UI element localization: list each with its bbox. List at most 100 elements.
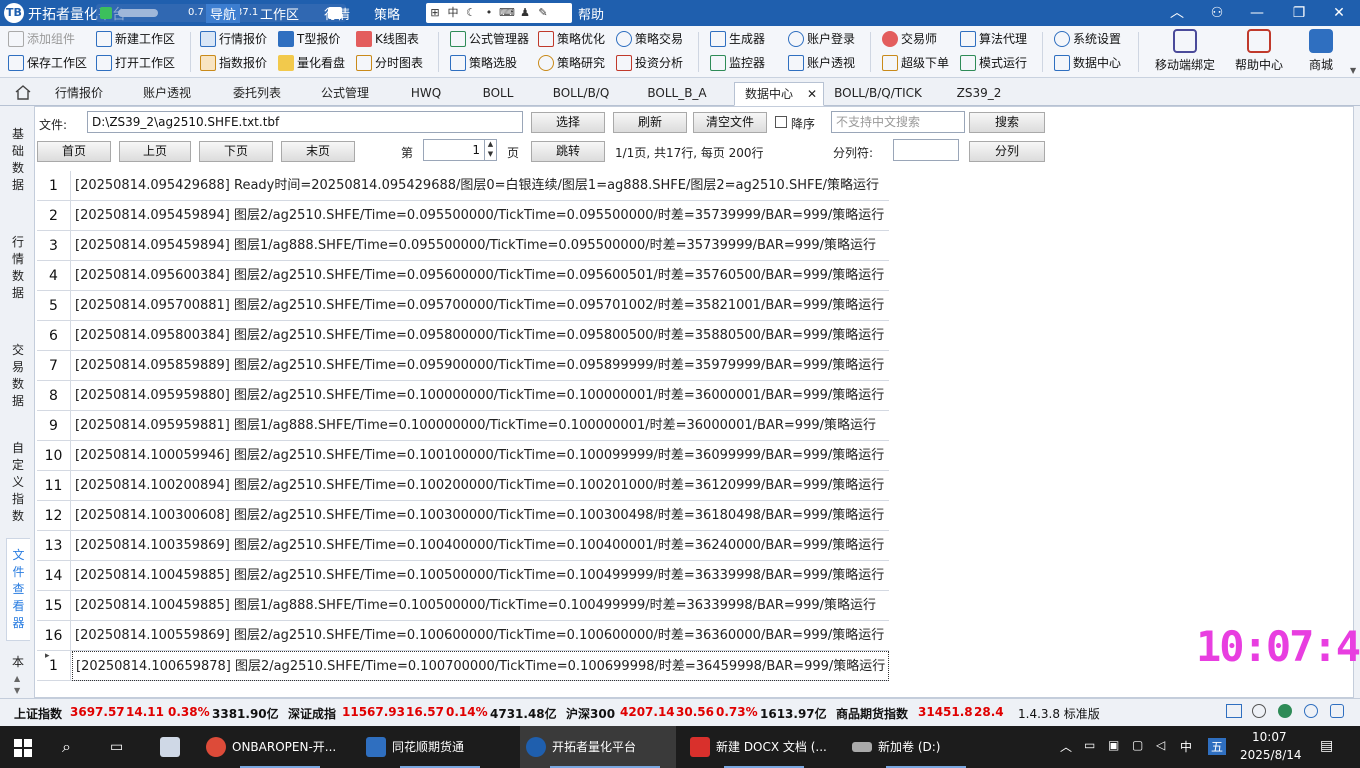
table-row[interactable]: 11 [20250814.100200894] 图层2/ag2510.SHFE/T… [37,471,889,501]
table-row[interactable]: 4 [20250814.095600384] 图层2/ag2510.SHFE/Ti… [37,261,889,291]
tab-zs39-2[interactable]: ZS39_2 [944,82,1014,106]
table-row[interactable]: 8 [20250814.095959880] 图层2/ag2510.SHFE/Ti… [37,381,889,411]
file-path-input[interactable]: D:\ZS39_2\ag2510.SHFE.txt.tbf [87,111,523,133]
generator-button[interactable]: 生成器 [710,28,765,50]
home-icon[interactable] [14,84,32,100]
nav-custom-index[interactable]: 自定义指数 [8,440,28,525]
taskbar-chrome[interactable]: ONBAROPEN-开... [200,726,350,768]
taskbar-file-icon[interactable] [160,726,182,768]
moon-icon[interactable]: ☾ [462,3,480,23]
spin-up-icon[interactable]: ▲ [485,139,496,149]
table-row[interactable]: 9 [20250814.095959881] 图层1/ag888.SHFE/Tim… [37,411,889,441]
account-view-button[interactable]: 账户透视 [788,52,855,74]
table-row[interactable]: 5 [20250814.095700881] 图层2/ag2510.SHFE/Ti… [37,291,889,321]
menu-nav[interactable]: 导航 [206,4,241,23]
tab-order-list[interactable]: 委托列表 [220,82,294,106]
taskbar-drive[interactable]: 新加卷 (D:) [846,726,996,768]
desc-order-checkbox[interactable] [775,116,787,128]
store-button[interactable]: 商城 [1286,29,1356,75]
minimize-icon[interactable]: — [1246,3,1268,23]
hs300-name[interactable]: 沪深300 [566,705,615,722]
add-component-button[interactable]: 添加组件 [8,28,75,50]
strategy-optimize-button[interactable]: 策略优化 [538,28,605,50]
sz-index-name[interactable]: 深证成指 [288,705,336,722]
t-report-button[interactable]: T型报价 [278,28,340,50]
taskbar-date[interactable]: 2025/8/14 [1240,748,1302,762]
table-row[interactable]: 7 [20250814.095859889] 图层2/ag2510.SHFE/Ti… [37,351,889,381]
table-row[interactable]: 2 [20250814.095459894] 图层2/ag2510.SHFE/Ti… [37,201,889,231]
nav-scroll-up-icon[interactable]: ▲ [14,674,20,683]
kline-chart-button[interactable]: K线图表 [356,28,419,50]
table-row[interactable]: 14 [20250814.100459885] 图层2/ag2510.SHFE/T… [37,561,889,591]
strategy-trade-button[interactable]: 策略交易 [616,28,683,50]
tray-network-icon[interactable]: ▣ [1108,738,1119,752]
tab-boll-b-q-tick[interactable]: BOLL/B/Q/TICK [830,82,926,106]
tab-boll-b-q[interactable]: BOLL/B/Q [540,82,622,106]
index-report-button[interactable]: 指数报价 [200,52,267,74]
last-page-button[interactable]: 末页 [281,141,355,162]
nav-market-data[interactable]: 行情数据 [8,234,28,302]
ime-wubi-icon[interactable]: 五 [1208,738,1227,755]
tick-chart-button[interactable]: 分时图表 [356,52,423,74]
tray-chevron-icon[interactable]: ︿ [1060,738,1072,755]
tab-boll[interactable]: BOLL [468,82,528,106]
mode-run-button[interactable]: 模式运行 [960,52,1027,74]
notification-icon[interactable]: ▤ [1320,738,1333,754]
tab-quote-report[interactable]: 行情报价 [42,82,116,106]
tab-account-view[interactable]: 账户透视 [130,82,204,106]
prev-page-button[interactable]: 上页 [119,141,191,162]
quote-report-button[interactable]: 行情报价 [200,28,267,50]
tab-formula-manager[interactable]: 公式管理 [308,82,382,106]
start-button[interactable] [14,726,36,768]
data-center-button[interactable]: 数据中心 [1054,52,1121,74]
trader-button[interactable]: 交易师 [882,28,937,50]
task-view-icon[interactable]: ▭ [110,726,132,768]
table-row[interactable]: 15 [20250814.100459885] 图层1/ag888.SHFE/Ti… [37,591,889,621]
save-workspace-button[interactable]: 保存工作区 [8,52,87,74]
keyboard-icon[interactable]: ⌨ [498,3,516,23]
help-center-button[interactable]: 帮助中心 [1224,29,1294,75]
spin-down-icon[interactable]: ▼ [485,149,496,159]
close-tab-icon[interactable]: ✕ [807,83,817,105]
select-file-button[interactable]: 选择 [531,112,605,133]
new-workspace-button[interactable]: 新建工作区 [96,28,175,50]
menu-quote[interactable]: 行情 [324,4,350,23]
table-row[interactable]: 10 [20250814.100059946] 图层2/ag2510.SHFE/T… [37,441,889,471]
table-row[interactable]: 3 [20250814.095459894] 图层1/ag888.SHFE/Tim… [37,231,889,261]
table-row[interactable]: 16 [20250814.100559869] 图层2/ag2510.SHFE/T… [37,621,889,651]
account-icon[interactable]: ⚇ [1206,3,1228,23]
maximize-icon[interactable]: ❐ [1288,3,1310,23]
formula-manager-button[interactable]: 公式管理器 [450,28,529,50]
account-login-button[interactable]: 账户登录 [788,28,855,50]
tab-boll-b-a[interactable]: BOLL_B_A [636,82,718,106]
collapse-ribbon-icon[interactable]: ︿ [1166,3,1188,23]
quant-board-button[interactable]: 量化看盘 [278,52,345,74]
menu-strategy[interactable]: 策略 [374,4,400,23]
open-workspace-button[interactable]: 打开工作区 [96,52,175,74]
jump-button[interactable]: 跳转 [531,141,605,162]
tray-battery-icon[interactable]: ▭ [1084,738,1095,752]
ime-lang[interactable]: 中 [1180,738,1192,755]
user-icon[interactable]: ♟ [516,3,534,23]
wrench-icon[interactable]: ✎ [534,3,552,23]
search-button[interactable]: 搜索 [969,112,1045,133]
tab-data-center[interactable]: 数据中心 ✕ [734,82,824,106]
nav-trade-data[interactable]: 交易数据 [8,342,28,410]
separator-input[interactable] [893,139,959,161]
taskbar-kaituozhe[interactable]: 开拓者量化平台 [520,726,676,768]
nav-basic-data[interactable]: 基础数据 [8,126,28,194]
close-icon[interactable]: ✕ [1328,3,1350,23]
nav-file-viewer[interactable]: 文件查看器 [6,538,30,641]
nav-more[interactable]: 本 [8,654,28,671]
super-order-button[interactable]: 超级下单 [882,52,949,74]
theme-icon[interactable]: ⊞ [426,3,444,23]
table-row[interactable]: ▸ 1 [20250814.100659878] 图层2/ag2510.SHFE/T… [37,651,889,681]
dot-icon[interactable]: • [480,3,498,23]
invest-analysis-button[interactable]: 投资分析 [616,52,683,74]
search-input[interactable]: 不支持中文搜索 [831,111,965,133]
commodity-index-name[interactable]: 商品期货指数 [836,705,908,722]
table-row[interactable]: 13 [20250814.100359869] 图层2/ag2510.SHFE/T… [37,531,889,561]
next-page-button[interactable]: 下页 [199,141,273,162]
monitor-button[interactable]: 监控器 [710,52,765,74]
taskbar-time[interactable]: 10:07 [1252,730,1287,744]
